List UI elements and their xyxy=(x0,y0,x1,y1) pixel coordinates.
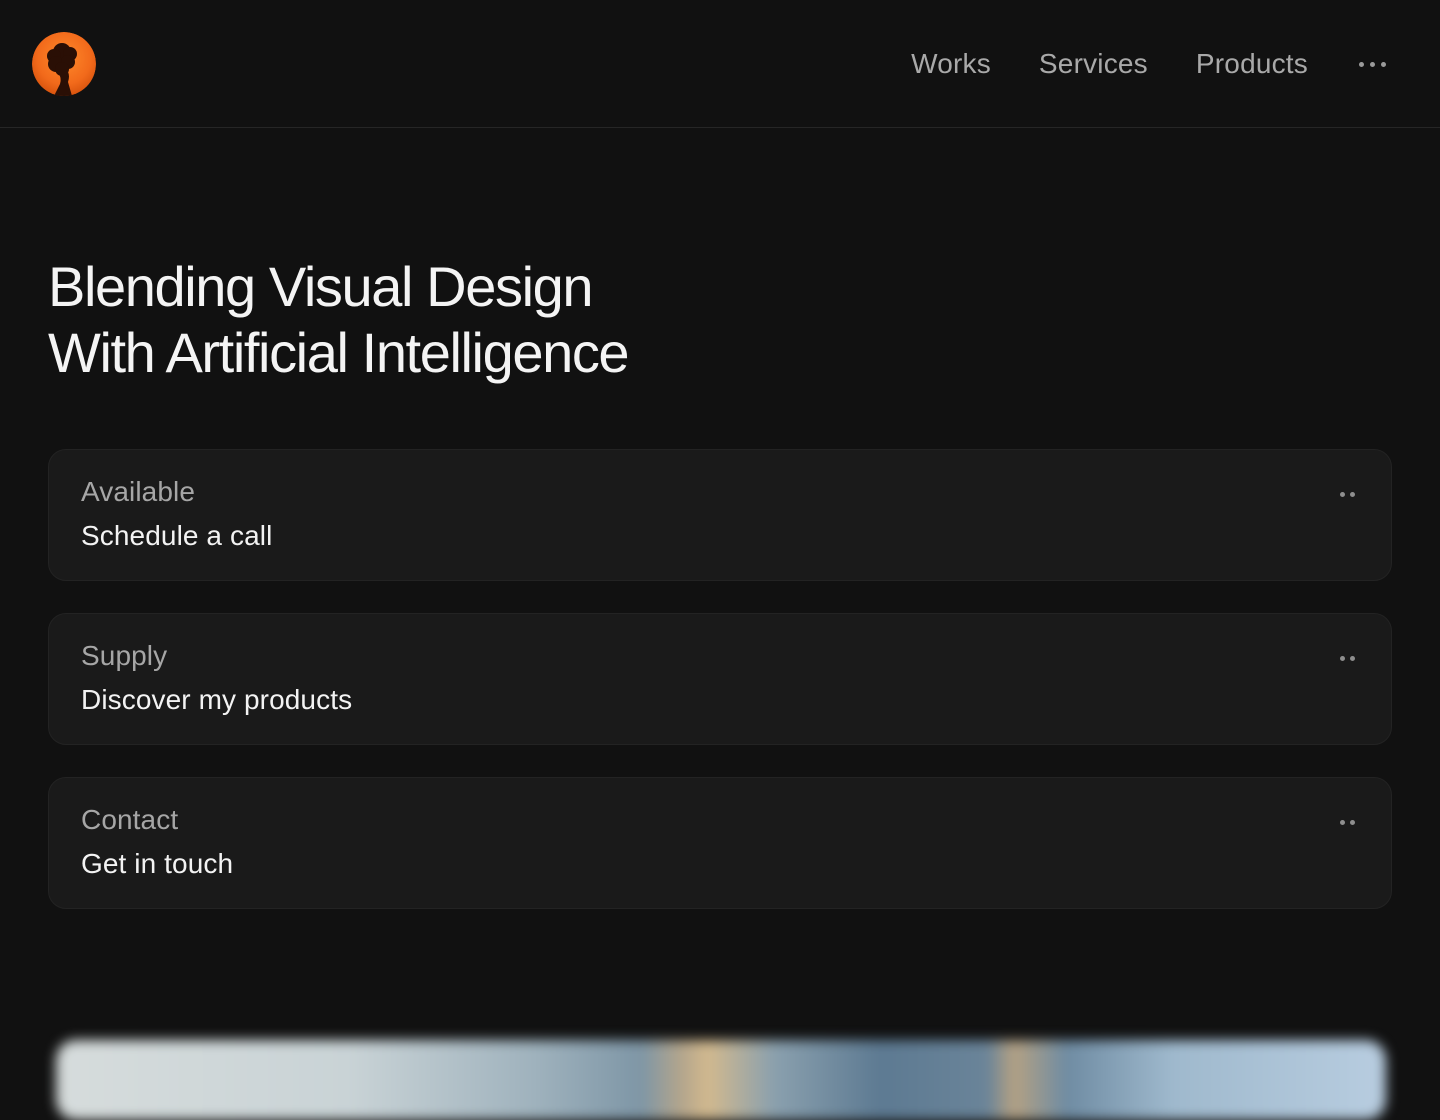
card-kicker: Supply xyxy=(81,640,168,671)
card-kicker: Contact xyxy=(81,804,179,835)
card-schedule-call[interactable]: Available Schedule a call xyxy=(48,449,1392,581)
card-get-in-touch[interactable]: Contact Get in touch xyxy=(48,777,1392,909)
card-discover-products[interactable]: Supply Discover my products xyxy=(48,613,1392,745)
hero-title-line2: With Artificial Intelligence xyxy=(48,321,630,384)
logo-avatar[interactable] xyxy=(32,32,96,96)
nav-products[interactable]: Products xyxy=(1196,48,1308,80)
ellipsis-icon xyxy=(1358,61,1386,67)
card-label: Discover my products xyxy=(81,684,353,715)
nav-services[interactable]: Services xyxy=(1039,48,1148,80)
hero-title-line1: Blending Visual Design xyxy=(48,255,594,318)
hero-title: Blending Visual Design With Artificial I… xyxy=(48,254,808,386)
card-label: Get in touch xyxy=(81,848,234,879)
dots-icon xyxy=(1335,816,1359,828)
dots-icon xyxy=(1335,488,1359,500)
card-kicker: Available xyxy=(81,476,196,507)
avatar-icon xyxy=(32,32,96,96)
dots-icon xyxy=(1335,652,1359,664)
main-nav: Works Services Products xyxy=(863,0,1392,128)
nav-works[interactable]: Works xyxy=(911,48,991,80)
blurred-preview-image xyxy=(56,1040,1386,1120)
site-header: Works Services Products xyxy=(0,0,1440,128)
card-label: Schedule a call xyxy=(81,520,273,551)
more-menu-button[interactable] xyxy=(1352,44,1392,84)
